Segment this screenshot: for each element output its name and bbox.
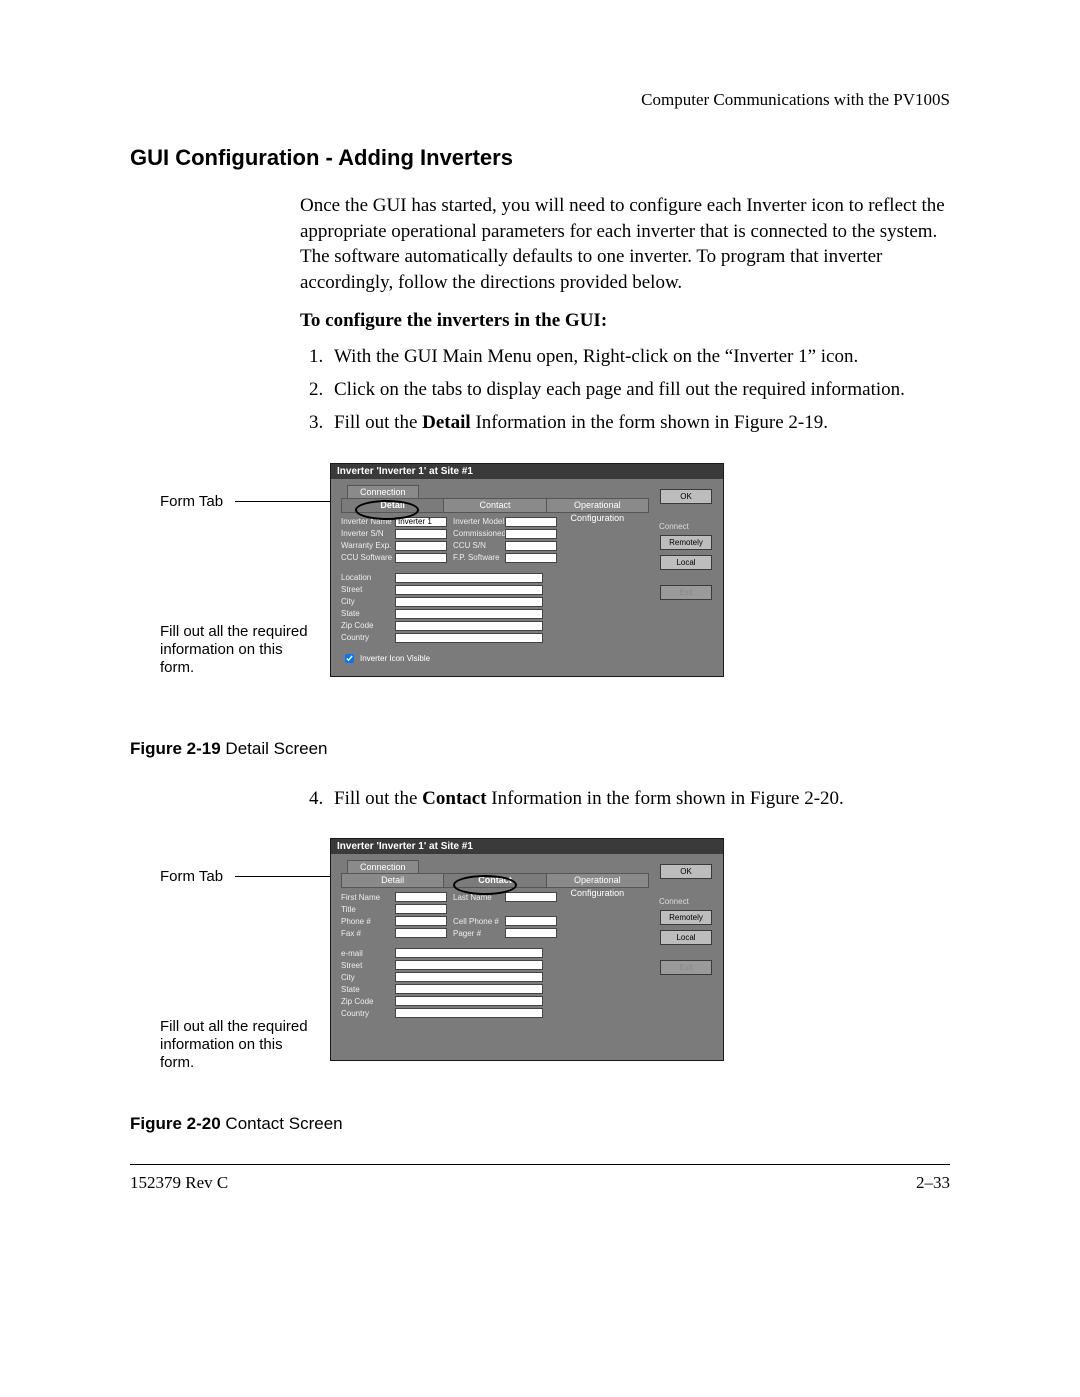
- input-title[interactable]: [395, 904, 447, 914]
- label-ccu-sn: CCU S/N: [453, 541, 505, 550]
- label-street-c: Street: [341, 961, 395, 970]
- step-3: Fill out the Detail Information in the f…: [328, 408, 950, 437]
- label-fax: Fax #: [341, 929, 395, 938]
- input-fp-sw[interactable]: [505, 553, 557, 563]
- label-warranty: Warranty Exp.: [341, 541, 395, 550]
- label-inverter-sn: Inverter S/N: [341, 529, 395, 538]
- tab-contact[interactable]: Contact: [444, 499, 546, 512]
- steps-list-cont: Fill out the Contact Information in the …: [300, 784, 950, 813]
- local-button-2[interactable]: Local: [660, 930, 712, 945]
- chapter-header: Computer Communications with the PV100S: [130, 90, 950, 110]
- ok-button[interactable]: OK: [660, 489, 712, 504]
- local-button[interactable]: Local: [660, 555, 712, 570]
- input-country[interactable]: [395, 633, 543, 643]
- tab-detail-2[interactable]: Detail: [342, 874, 444, 887]
- label-inverter-name: Inverter Name: [341, 517, 395, 526]
- label-location: Location: [341, 573, 395, 582]
- callout-fill-out: Fill out all the required information on…: [160, 623, 308, 676]
- step-1: With the GUI Main Menu open, Right-click…: [328, 342, 950, 371]
- label-state: State: [341, 609, 395, 618]
- ok-button-2[interactable]: OK: [660, 864, 712, 879]
- input-street[interactable]: [395, 585, 543, 595]
- label-pager: Pager #: [453, 929, 505, 938]
- input-phone[interactable]: [395, 916, 447, 926]
- tab-detail[interactable]: Detail: [342, 499, 444, 512]
- input-location[interactable]: [395, 573, 543, 583]
- tab-opconf[interactable]: Operational Configuration: [547, 499, 648, 512]
- label-last-name: Last Name: [453, 893, 505, 902]
- label-street: Street: [341, 585, 395, 594]
- label-phone: Phone #: [341, 917, 395, 926]
- label-title: Title: [341, 905, 395, 914]
- label-city-c: City: [341, 973, 395, 982]
- input-city[interactable]: [395, 597, 543, 607]
- figure-2-19: Form Tab Fill out all the required infor…: [130, 463, 950, 759]
- remotely-button[interactable]: Remotely: [660, 535, 712, 550]
- tab-contact-2[interactable]: Contact: [444, 874, 546, 887]
- label-country-c: Country: [341, 1009, 395, 1018]
- remotely-button-2[interactable]: Remotely: [660, 910, 712, 925]
- tab-connection[interactable]: Connection: [347, 485, 419, 498]
- label-city: City: [341, 597, 395, 606]
- label-cell: Cell Phone #: [453, 917, 505, 926]
- steps-heading: To configure the inverters in the GUI:: [300, 310, 950, 332]
- label-email: e-mail: [341, 949, 395, 958]
- caption-2-20: Figure 2-20 Contact Screen: [130, 1114, 950, 1134]
- tab-connection-2[interactable]: Connection: [347, 860, 419, 873]
- input-inverter-name[interactable]: [395, 517, 447, 527]
- step-2: Click on the tabs to display each page a…: [328, 375, 950, 404]
- input-zip-c[interactable]: [395, 996, 543, 1006]
- input-city-c[interactable]: [395, 972, 543, 982]
- chk-icon-visible[interactable]: [345, 654, 354, 663]
- input-inverter-model[interactable]: [505, 517, 557, 527]
- exit-button[interactable]: Exit: [660, 585, 712, 600]
- dialog-title-2: Inverter 'Inverter 1' at Site #1: [331, 839, 723, 854]
- input-inverter-sn[interactable]: [395, 529, 447, 539]
- section-title: GUI Configuration - Adding Inverters: [130, 145, 950, 171]
- caption-2-19: Figure 2-19 Detail Screen: [130, 739, 950, 759]
- step-4: Fill out the Contact Information in the …: [328, 784, 950, 813]
- input-fax[interactable]: [395, 928, 447, 938]
- connect-label-2: Connect: [659, 897, 717, 906]
- label-zip-c: Zip Code: [341, 997, 395, 1006]
- footer-right: 2–33: [916, 1173, 950, 1193]
- callout-fill-out-2: Fill out all the required information on…: [160, 1018, 308, 1071]
- contact-dialog: Inverter 'Inverter 1' at Site #1 Connect…: [330, 838, 724, 1061]
- dialog-title: Inverter 'Inverter 1' at Site #1: [331, 464, 723, 479]
- input-country-c[interactable]: [395, 1008, 543, 1018]
- label-zip: Zip Code: [341, 621, 395, 630]
- exit-button-2[interactable]: Exit: [660, 960, 712, 975]
- intro-paragraph: Once the GUI has started, you will need …: [300, 193, 950, 296]
- input-state[interactable]: [395, 609, 543, 619]
- input-last-name[interactable]: [505, 892, 557, 902]
- label-ccu-sw: CCU Software: [341, 553, 395, 562]
- footer-rule: [130, 1164, 950, 1165]
- label-commissioned: Commissioned: [453, 529, 505, 538]
- label-inverter-model: Inverter Model: [453, 517, 505, 526]
- input-first-name[interactable]: [395, 892, 447, 902]
- figure-2-20: Form Tab Fill out all the required infor…: [130, 838, 950, 1134]
- input-cell[interactable]: [505, 916, 557, 926]
- label-icon-visible: Inverter Icon Visible: [360, 654, 430, 663]
- callout-form-tab-2: Form Tab: [160, 868, 223, 885]
- input-ccu-sw[interactable]: [395, 553, 447, 563]
- connect-label: Connect: [659, 522, 717, 531]
- input-pager[interactable]: [505, 928, 557, 938]
- label-fp-sw: F.P. Software: [453, 553, 505, 562]
- label-first-name: First Name: [341, 893, 395, 902]
- input-warranty[interactable]: [395, 541, 447, 551]
- input-commissioned[interactable]: [505, 529, 557, 539]
- detail-dialog: Inverter 'Inverter 1' at Site #1 Connect…: [330, 463, 724, 677]
- input-state-c[interactable]: [395, 984, 543, 994]
- input-street-c[interactable]: [395, 960, 543, 970]
- input-email[interactable]: [395, 948, 543, 958]
- label-state-c: State: [341, 985, 395, 994]
- input-zip[interactable]: [395, 621, 543, 631]
- label-country: Country: [341, 633, 395, 642]
- steps-list: With the GUI Main Menu open, Right-click…: [300, 342, 950, 438]
- tab-opconf-2[interactable]: Operational Configuration: [547, 874, 648, 887]
- input-ccu-sn[interactable]: [505, 541, 557, 551]
- callout-form-tab: Form Tab: [160, 493, 223, 510]
- footer-left: 152379 Rev C: [130, 1173, 228, 1193]
